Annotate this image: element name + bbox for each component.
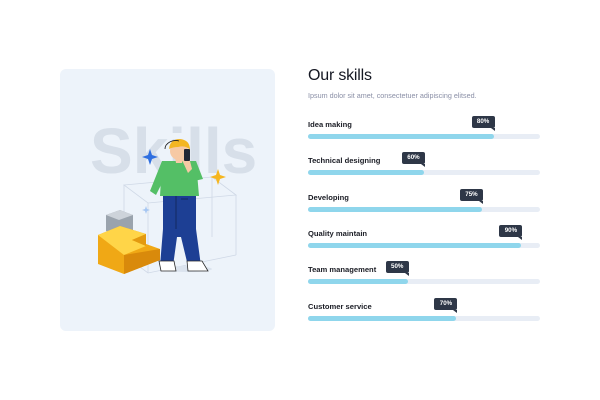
skills-panel: Our skills Ipsum dolor sit amet, consect… bbox=[308, 66, 542, 321]
puzzle-blocks bbox=[98, 210, 160, 274]
skill-progress-track bbox=[308, 279, 540, 284]
skill-team-management: Team management 50% bbox=[308, 261, 540, 285]
skill-progress-fill bbox=[308, 279, 408, 284]
skill-customer-service: Customer service 70% bbox=[308, 298, 540, 322]
skill-label: Technical designing bbox=[308, 156, 381, 165]
skill-progress-fill bbox=[308, 243, 522, 248]
skill-progress-track bbox=[308, 207, 540, 212]
skill-percent-badge: 75% bbox=[460, 189, 483, 204]
skill-progress-track bbox=[308, 316, 540, 321]
skills-illustration-card: Skills bbox=[60, 69, 275, 331]
skills-illustration: Skills bbox=[90, 115, 257, 274]
skill-progress-fill bbox=[308, 170, 424, 175]
skill-progress-track bbox=[308, 243, 540, 248]
skill-percent-badge: 90% bbox=[499, 225, 523, 240]
skill-developing: Developing 75% bbox=[308, 189, 540, 213]
skill-label: Quality maintain bbox=[308, 229, 368, 238]
skill-progress-track bbox=[308, 170, 540, 175]
skill-label: Idea making bbox=[308, 120, 352, 129]
skill-quality-maintain: Quality maintain 90% bbox=[308, 225, 540, 249]
skill-idea-making: Idea making 80% bbox=[308, 116, 540, 140]
skill-percent-badge: 70% bbox=[434, 298, 458, 313]
skill-progress-fill bbox=[308, 134, 494, 139]
skill-label: Developing bbox=[308, 193, 349, 202]
skill-percent-badge: 80% bbox=[471, 116, 495, 131]
skill-percent-badge: 50% bbox=[385, 261, 409, 276]
skill-progress-fill bbox=[308, 316, 457, 321]
skill-technical-designing: Technical designing 60% bbox=[308, 152, 540, 176]
skill-label: Customer service bbox=[308, 302, 372, 311]
section-subtitle: Ipsum dolor sit amet, consectetuer adipi… bbox=[308, 91, 477, 100]
skill-progress-track bbox=[308, 134, 540, 139]
skill-label: Team management bbox=[308, 265, 377, 274]
section-title: Our skills bbox=[308, 67, 372, 84]
sparkle-small-icon bbox=[142, 206, 150, 214]
skill-percent-badge: 60% bbox=[402, 152, 425, 167]
skill-progress-fill bbox=[308, 207, 482, 212]
